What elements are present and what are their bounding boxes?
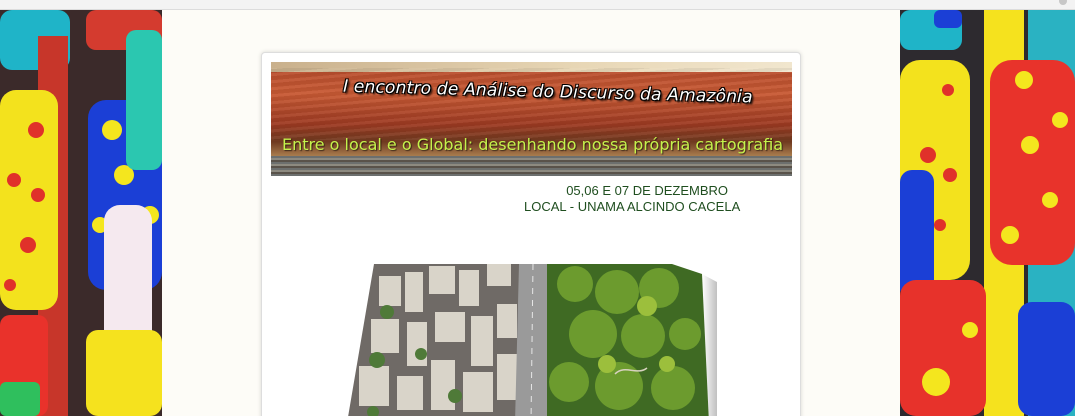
right-decorative-panel bbox=[900, 10, 1075, 416]
browser-button-icon[interactable] bbox=[1059, 0, 1067, 5]
event-banner: I encontro de Análise do Discurso da Ama… bbox=[271, 62, 792, 176]
event-subtitle: Entre o local e o Global: desenhando nos… bbox=[282, 135, 784, 154]
event-dates: 05,06 E 07 DE DEZEMBRO bbox=[566, 183, 729, 198]
colorful-toys-left-image bbox=[0, 10, 162, 416]
banner-water-reflection bbox=[271, 156, 792, 176]
event-location: LOCAL - UNAMA ALCINDO CACELA bbox=[524, 199, 741, 214]
content-card: I encontro de Análise do Discurso da Ama… bbox=[261, 52, 801, 416]
left-decorative-panel bbox=[0, 10, 162, 416]
city-forest-photo bbox=[348, 264, 717, 416]
browser-top-bar bbox=[0, 0, 1075, 10]
event-info: 05,06 E 07 DE DEZEMBRO LOCAL - UNAMA ALC… bbox=[524, 183, 740, 215]
colorful-toys-right-image bbox=[900, 10, 1075, 416]
